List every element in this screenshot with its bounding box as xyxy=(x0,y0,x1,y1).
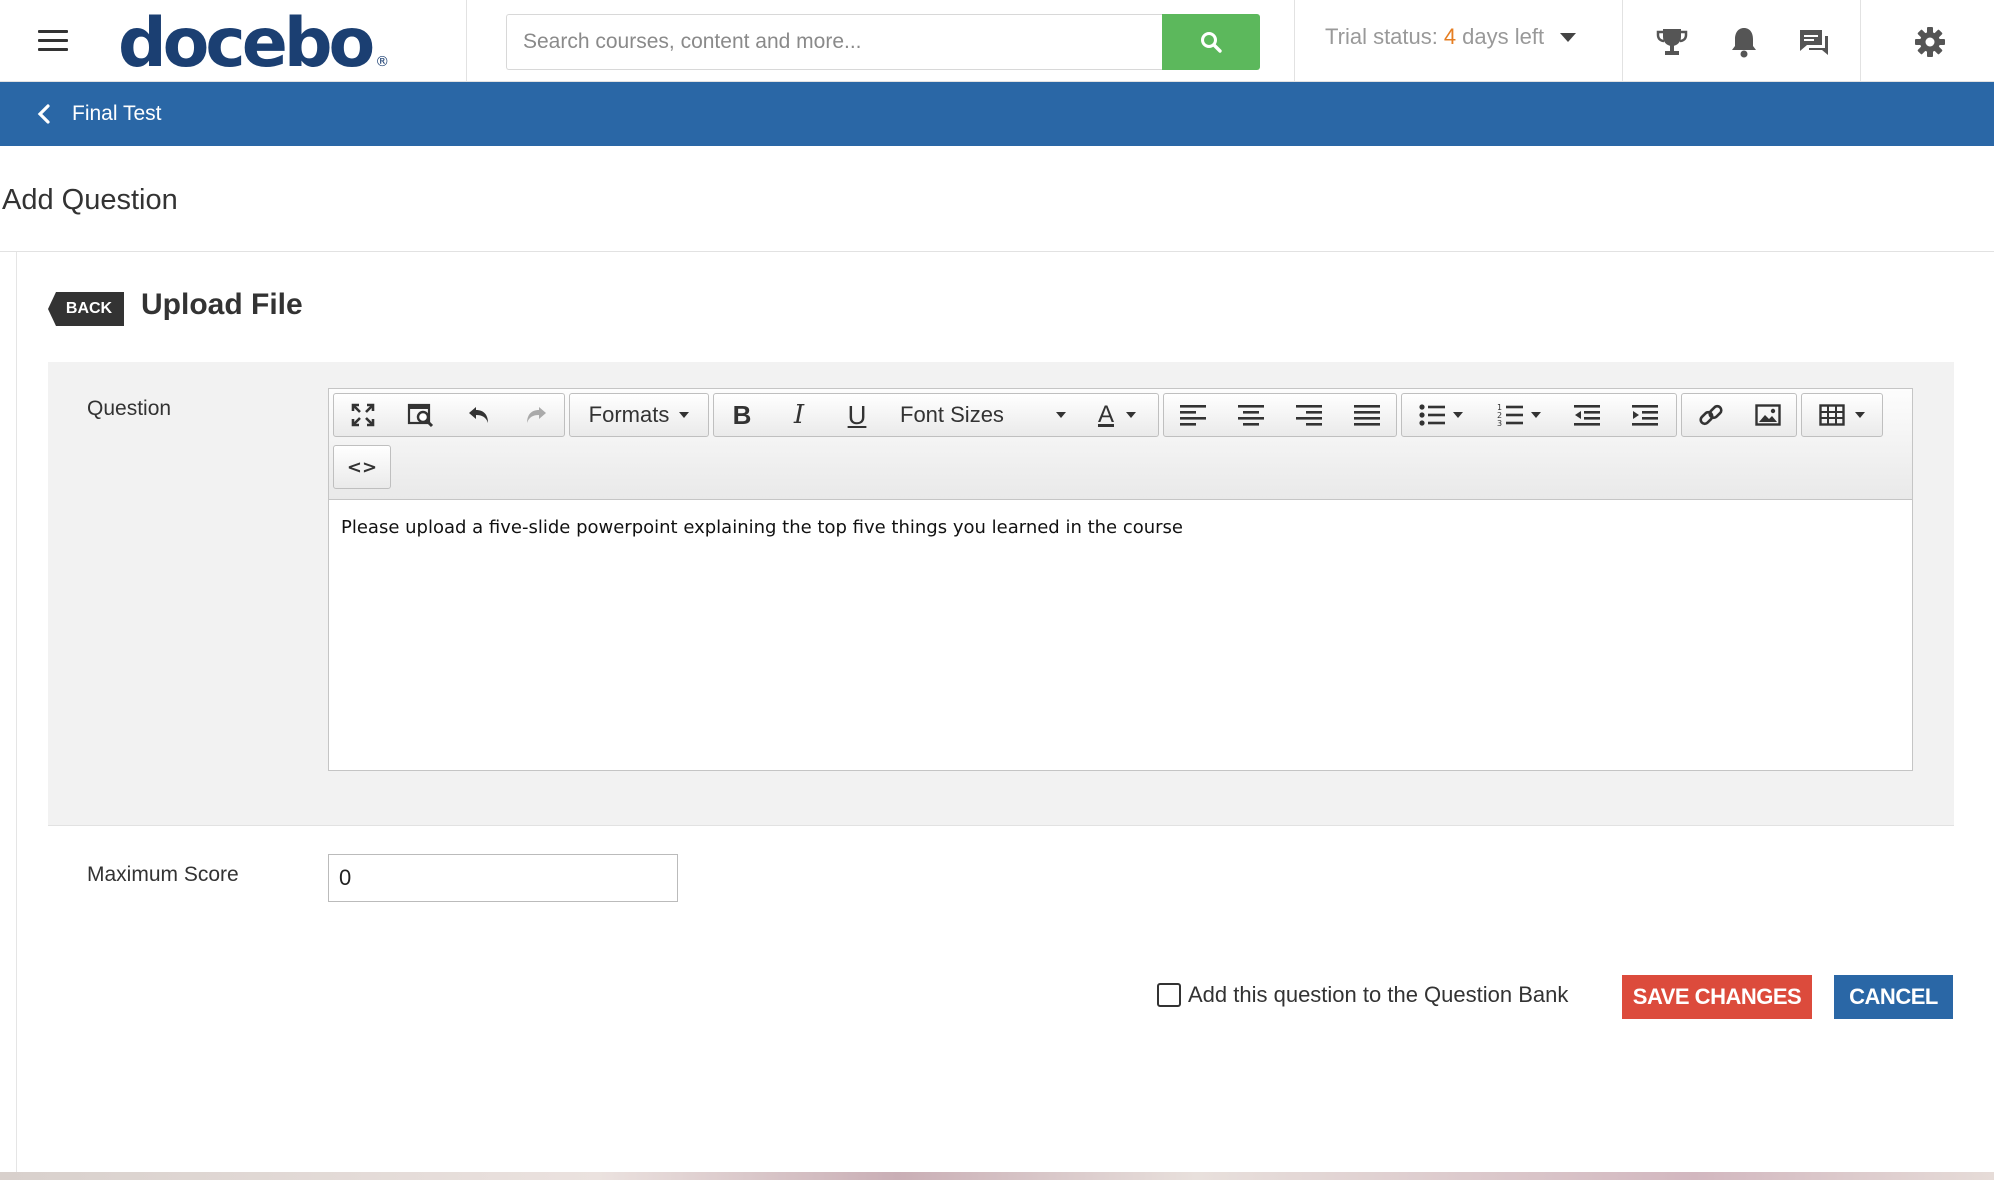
max-score-label: Maximum Score xyxy=(87,863,239,886)
chevron-down-icon xyxy=(1056,412,1066,418)
chevron-down-icon xyxy=(1126,412,1136,418)
undo-icon[interactable] xyxy=(450,394,508,436)
top-bar: docebo® Trial status: 4 days left xyxy=(0,0,1994,84)
back-button[interactable]: BACK xyxy=(48,292,124,326)
chevron-left-icon xyxy=(37,104,50,124)
menu-icon[interactable] xyxy=(38,30,68,52)
align-left-icon[interactable] xyxy=(1164,394,1222,436)
divider xyxy=(1294,0,1295,82)
breadcrumb[interactable]: Final Test xyxy=(0,82,1994,146)
breadcrumb-title: Final Test xyxy=(72,102,162,125)
question-text[interactable]: Please upload a five-slide powerpoint ex… xyxy=(341,517,1183,538)
question-bank-checkbox[interactable] xyxy=(1157,983,1181,1007)
font-sizes-dropdown[interactable]: Font Sizes xyxy=(886,394,1076,436)
chat-icon[interactable] xyxy=(1796,24,1832,60)
chevron-down-icon xyxy=(1855,412,1865,418)
question-type-title: Upload File xyxy=(141,288,303,321)
trial-status-dropdown[interactable]: Trial status: 4 days left xyxy=(1325,24,1577,50)
trial-status-prefix: Trial status: xyxy=(1325,24,1438,49)
bullet-list-icon xyxy=(1419,404,1445,426)
gear-icon[interactable] xyxy=(1912,24,1948,60)
toolbar-group-insert xyxy=(1681,393,1797,437)
page-header: Add Question xyxy=(0,146,1994,252)
align-justify-icon[interactable] xyxy=(1338,394,1396,436)
trophy-icon[interactable] xyxy=(1654,24,1690,60)
numbered-list-icon: 123 xyxy=(1497,403,1523,427)
logo[interactable]: docebo ® xyxy=(118,4,389,84)
code-button[interactable]: <> xyxy=(333,445,391,489)
outdent-icon[interactable] xyxy=(1558,394,1616,436)
formats-dropdown[interactable]: Formats xyxy=(569,393,709,437)
bullet-list-button[interactable] xyxy=(1402,394,1480,436)
toolbar-group-lists: 123 xyxy=(1401,393,1677,437)
code-icon: <> xyxy=(346,456,378,478)
divider xyxy=(466,0,467,82)
chevron-down-icon xyxy=(1531,412,1541,418)
indent-icon[interactable] xyxy=(1616,394,1674,436)
svg-text:3: 3 xyxy=(1497,419,1502,427)
question-editor: Formats B I U Font Sizes A 1 2 3 <> Plea… xyxy=(328,388,1913,771)
cancel-button[interactable]: CANCEL xyxy=(1834,975,1953,1019)
underline-button[interactable]: U xyxy=(828,394,886,436)
bold-button[interactable]: B xyxy=(714,394,770,436)
formats-label: Formats xyxy=(588,402,670,427)
table-icon xyxy=(1819,404,1845,426)
search-button[interactable] xyxy=(1162,14,1260,70)
search-icon xyxy=(1201,32,1222,53)
font-sizes-label: Font Sizes xyxy=(900,402,1004,427)
fullscreen-icon[interactable] xyxy=(334,394,392,436)
background-strip xyxy=(0,1172,1994,1180)
page-title: Add Question xyxy=(2,184,178,216)
toolbar-group-text: B I U Font Sizes A xyxy=(713,393,1159,437)
align-right-icon[interactable] xyxy=(1280,394,1338,436)
question-bank-label[interactable]: Add this question to the Question Bank xyxy=(1188,982,1568,1008)
trial-status-suffix: days left xyxy=(1462,24,1545,49)
chevron-down-icon xyxy=(679,412,690,418)
divider xyxy=(1860,0,1861,82)
numbered-list-button[interactable]: 123 xyxy=(1480,394,1558,436)
toolbar-group-view xyxy=(333,393,565,437)
question-label: Question xyxy=(87,397,172,420)
editor-toolbar: Formats B I U Font Sizes A 1 2 3 <> xyxy=(329,389,1912,500)
trial-days-count: 4 xyxy=(1443,24,1457,49)
chevron-down-icon xyxy=(1560,32,1577,42)
table-button[interactable] xyxy=(1801,393,1883,437)
bell-icon[interactable] xyxy=(1726,24,1762,60)
toolbar-group-align xyxy=(1163,393,1397,437)
image-icon[interactable] xyxy=(1740,394,1796,436)
chevron-down-icon xyxy=(1453,412,1463,418)
align-center-icon[interactable] xyxy=(1222,394,1280,436)
max-score-input[interactable] xyxy=(328,854,678,902)
font-color-icon: A xyxy=(1097,401,1114,428)
search-input[interactable] xyxy=(506,14,1162,70)
redo-icon[interactable] xyxy=(508,394,564,436)
italic-button[interactable]: I xyxy=(770,394,828,436)
divider xyxy=(1622,0,1623,82)
link-icon[interactable] xyxy=(1682,394,1740,436)
preview-icon[interactable] xyxy=(392,394,450,436)
save-changes-button[interactable]: SAVE CHANGES xyxy=(1622,975,1812,1019)
font-color-button[interactable]: A xyxy=(1076,394,1158,436)
